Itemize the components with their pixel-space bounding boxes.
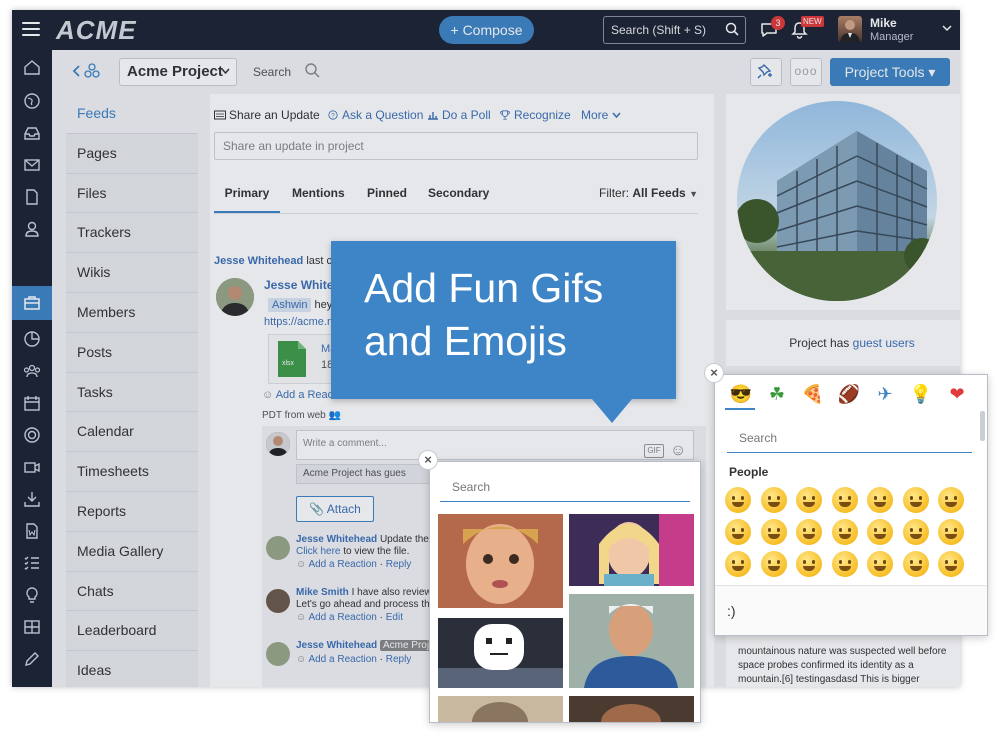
emoji-item[interactable] [831,519,858,545]
emoji-item[interactable] [902,519,929,545]
emoji-picker-panel: 😎 ☘ 🍕 🏈 ✈ 💡 ❤ Search People :) [714,374,988,636]
emoji-category-symbols[interactable]: ❤ [945,382,969,406]
promo-callout: Add Fun Gifs and Emojis [331,241,676,399]
callout-line-1: Add Fun Gifs [364,265,604,311]
emoji-item[interactable] [796,487,822,513]
emoji-category-smileys[interactable]: 😎 [729,382,753,406]
gif-thumbnail[interactable] [569,514,694,586]
callout-pointer [592,399,632,423]
emoji-item[interactable] [831,551,858,577]
emoji-item[interactable] [867,487,893,513]
emoji-item[interactable] [867,519,893,545]
emoji-item[interactable] [725,551,751,577]
emoji-item[interactable] [796,519,822,545]
emoji-item[interactable] [831,487,858,513]
emoji-item[interactable] [760,519,787,545]
gif-thumbnail[interactable] [569,696,694,722]
gif-search-input[interactable]: Search [440,472,690,502]
emoji-item[interactable] [760,551,787,577]
emoji-item[interactable] [867,551,893,577]
emoji-category-nature[interactable]: ☘ [765,382,789,406]
emoji-category-tabs: 😎 ☘ 🍕 🏈 ✈ 💡 ❤ [727,382,977,406]
emoji-item[interactable] [796,551,822,577]
emoji-category-food[interactable]: 🍕 [801,382,825,406]
gif-thumbnail[interactable] [438,514,563,608]
gif-thumbnail[interactable] [438,618,563,688]
emoji-item[interactable] [938,487,964,513]
gif-panel-close-icon[interactable]: × [418,450,438,470]
emoji-category-label: People [729,465,769,479]
emoji-preview: :) [715,585,987,635]
emoji-item[interactable] [725,519,751,545]
gif-thumbnail[interactable] [438,696,563,722]
emoji-category-indicator [725,408,755,410]
emoji-item[interactable] [938,519,964,545]
emoji-item[interactable] [938,551,964,577]
gif-thumbnail[interactable] [569,594,694,688]
emoji-panel-close-icon[interactable]: × [704,363,724,383]
emoji-category-travel[interactable]: ✈ [873,382,897,406]
emoji-scrollbar[interactable] [980,411,985,441]
emoji-category-activity[interactable]: 🏈 [837,382,861,406]
emoji-search-input[interactable]: Search [727,423,972,453]
emoji-item[interactable] [725,487,751,513]
emoji-category-objects[interactable]: 💡 [909,382,933,406]
emoji-item[interactable] [760,487,787,513]
emoji-grid [725,487,975,583]
gif-picker-panel: Search [429,461,701,723]
emoji-item[interactable] [902,487,929,513]
callout-line-2: and Emojis [364,318,567,364]
emoji-item[interactable] [902,551,929,577]
